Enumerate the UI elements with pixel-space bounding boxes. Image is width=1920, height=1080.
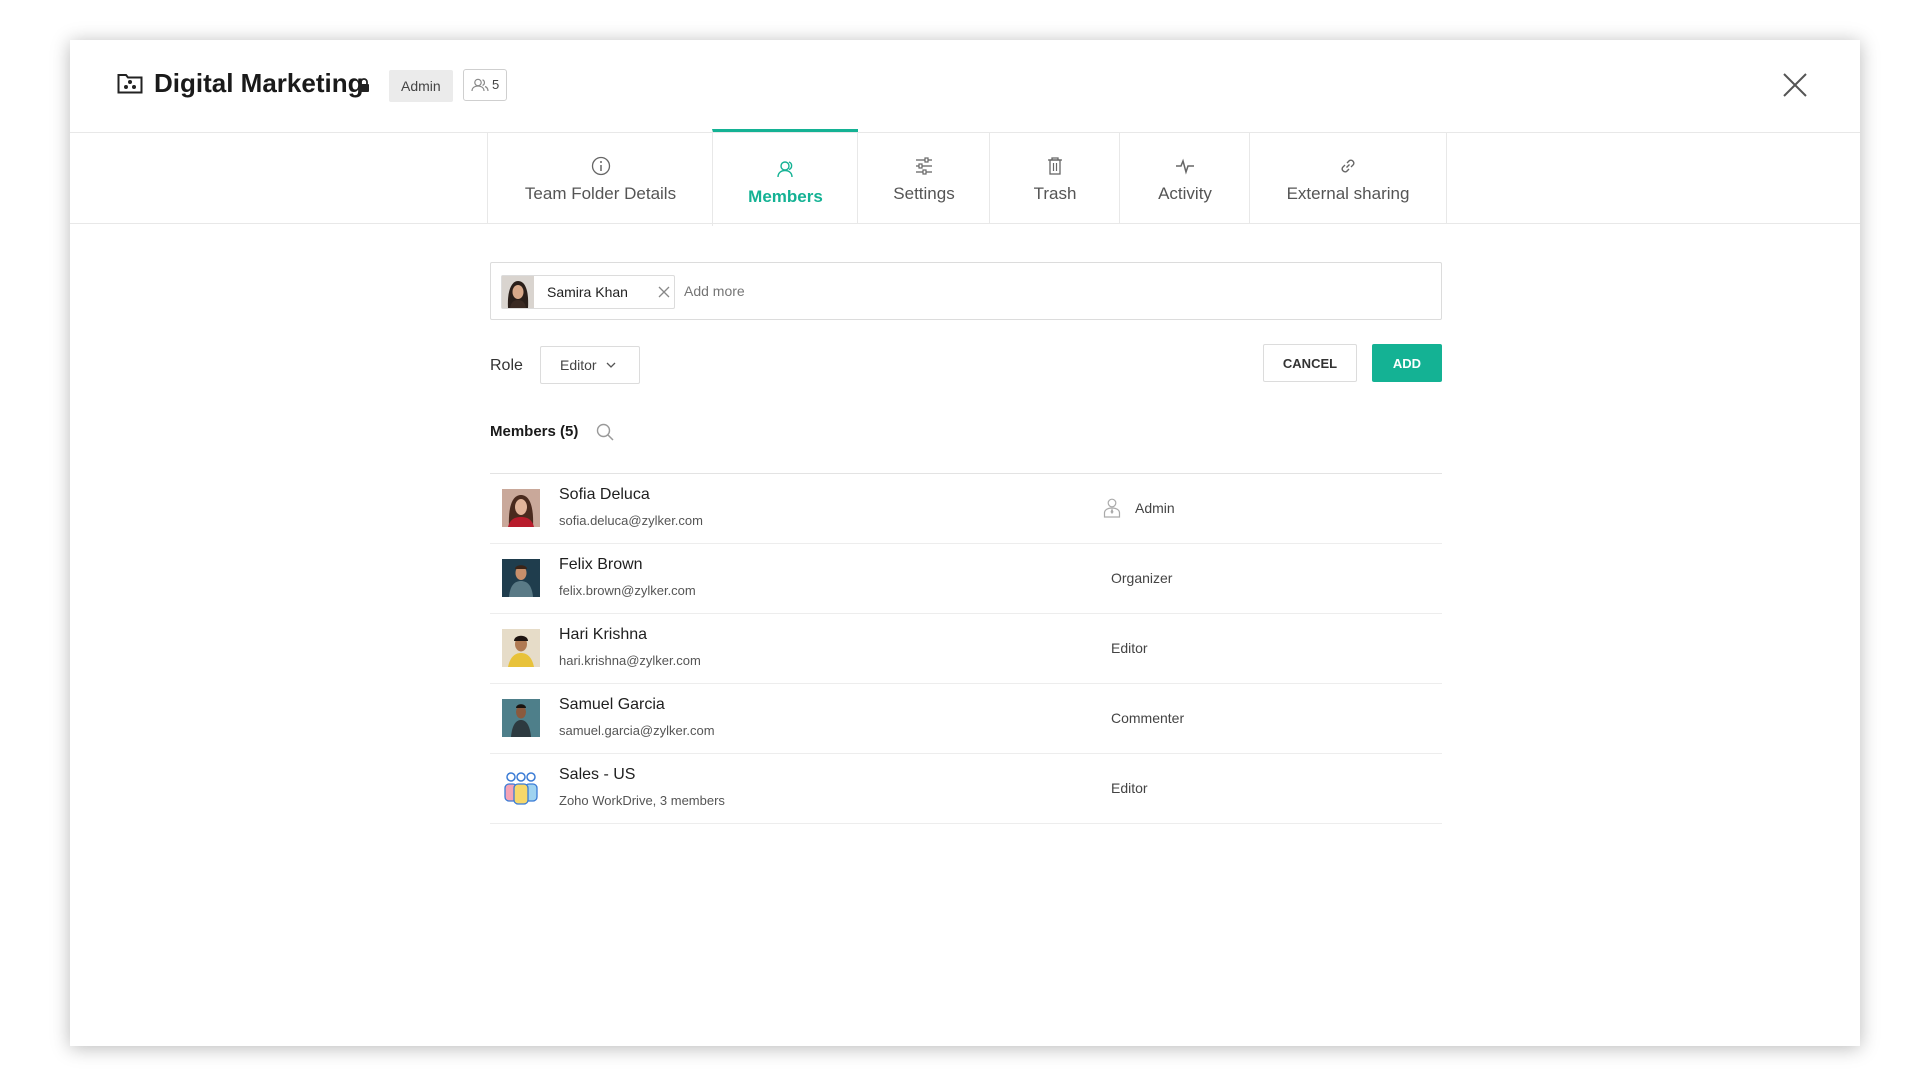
member-row-felix-brown[interactable]: Felix Brown felix.brown@zylker.com Organ… [490, 544, 1442, 614]
close-icon[interactable] [1782, 72, 1808, 98]
tab-label: Activity [1158, 184, 1212, 203]
tab-trash[interactable]: Trash [989, 132, 1120, 223]
member-email: samuel.garcia@zylker.com [559, 723, 715, 738]
member-role: Editor [1111, 640, 1148, 656]
tab-bar: Team Folder Details Members Settings Tra… [70, 129, 1860, 226]
team-folder-dialog: Digital Marketing Admin 5 Team Folder De… [70, 40, 1860, 1046]
members-list: Sofia Deluca sofia.deluca@zylker.com Adm… [490, 473, 1442, 824]
member-role: Organizer [1111, 570, 1173, 586]
tab-team-folder-details[interactable]: Team Folder Details [487, 132, 713, 223]
remove-chip-icon[interactable] [658, 286, 670, 298]
members-count: 5 [492, 77, 500, 92]
members-heading: Members (5) [490, 423, 579, 440]
member-row-sales-us[interactable]: Sales - US Zoho WorkDrive, 3 members Edi… [490, 754, 1442, 824]
cancel-button[interactable]: CANCEL [1263, 344, 1357, 382]
info-icon [591, 156, 610, 176]
member-name: Sales - US [559, 766, 636, 783]
member-email: sofia.deluca@zylker.com [559, 513, 703, 528]
group-icon [504, 772, 538, 805]
invitee-chip: Samira Khan [501, 275, 675, 309]
member-email: felix.brown@zylker.com [559, 583, 696, 598]
role-selected-value: Editor [560, 357, 597, 373]
member-row-samuel-garcia[interactable]: Samuel Garcia samuel.garcia@zylker.com C… [490, 684, 1442, 754]
add-more-input[interactable] [684, 283, 1084, 299]
page-title: Digital Marketing [154, 68, 364, 98]
dialog-header: Digital Marketing Admin 5 [70, 40, 1860, 133]
role-badge: Admin [389, 70, 453, 102]
invite-members-field[interactable]: Samira Khan [490, 262, 1442, 320]
member-name: Hari Krishna [559, 626, 648, 643]
members-count-badge[interactable]: 5 [463, 69, 507, 101]
member-role: Commenter [1111, 710, 1185, 726]
tab-activity[interactable]: Activity [1119, 132, 1250, 223]
tab-label: Trash [1033, 184, 1077, 203]
team-folder-icon [117, 74, 143, 94]
member-role: Admin [1135, 500, 1175, 516]
settings-sliders-icon [916, 157, 932, 175]
tab-external-sharing[interactable]: External sharing [1249, 132, 1447, 223]
avatar [502, 489, 540, 527]
link-icon [1341, 159, 1355, 173]
avatar [502, 559, 540, 597]
activity-icon [1176, 158, 1194, 175]
role-label: Role [490, 357, 523, 374]
member-name: Sofia Deluca [559, 486, 650, 503]
member-email: Zoho WorkDrive, 3 members [559, 793, 725, 808]
trash-icon [1048, 157, 1062, 175]
member-row-hari-krishna[interactable]: Hari Krishna hari.krishna@zylker.com Edi… [490, 614, 1442, 684]
member-email: hari.krishna@zylker.com [559, 653, 701, 668]
tab-members[interactable]: Members [712, 129, 858, 226]
lock-icon [359, 78, 369, 92]
avatar [502, 699, 540, 737]
search-icon[interactable] [596, 423, 614, 441]
tab-label: Members [748, 187, 823, 206]
chevron-down-icon [606, 362, 616, 368]
tab-label: Team Folder Details [524, 184, 677, 203]
tab-label: Settings [893, 184, 955, 203]
avatar [502, 629, 540, 667]
add-button[interactable]: ADD [1372, 344, 1442, 382]
invitee-name: Samira Khan [547, 284, 628, 300]
tab-settings[interactable]: Settings [857, 132, 990, 223]
member-role: Editor [1111, 780, 1148, 796]
member-name: Felix Brown [559, 556, 643, 573]
tab-label: External sharing [1286, 184, 1410, 203]
member-name: Samuel Garcia [559, 696, 665, 713]
members-icon [776, 161, 793, 178]
role-dropdown[interactable]: Editor [540, 346, 640, 384]
member-row-sofia-deluca[interactable]: Sofia Deluca sofia.deluca@zylker.com Adm… [490, 474, 1442, 544]
avatar [502, 276, 534, 308]
admin-user-icon [1103, 498, 1121, 518]
members-icon [471, 78, 489, 92]
